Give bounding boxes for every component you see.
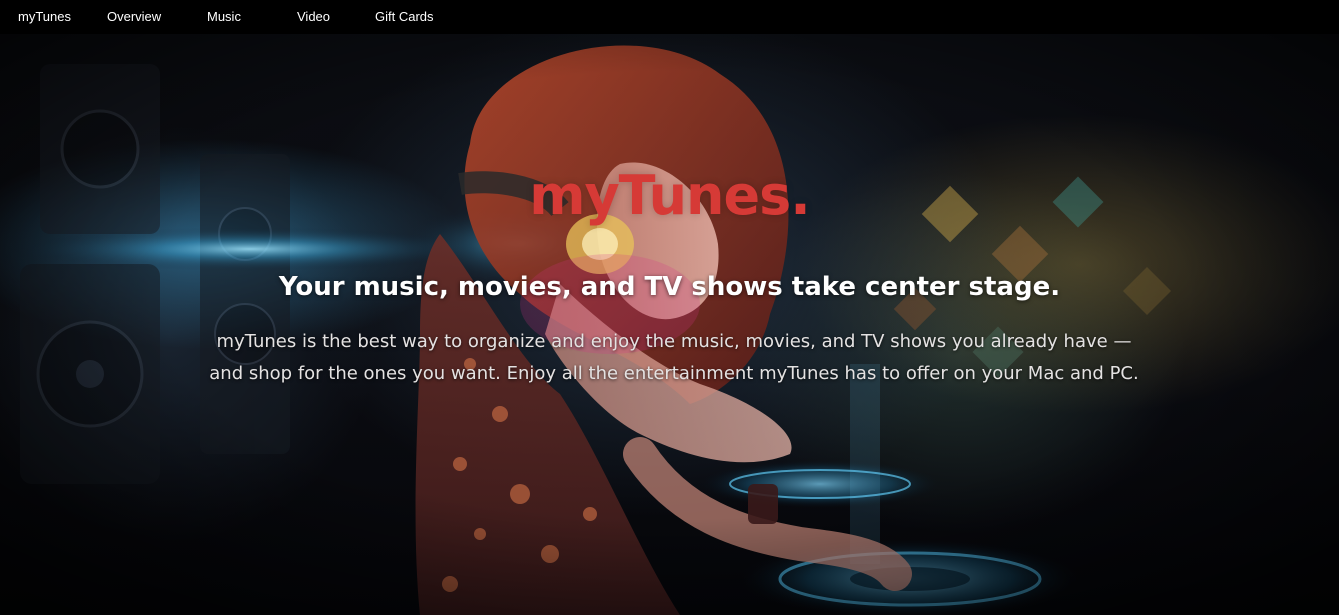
nav-overview-link[interactable]: Overview xyxy=(107,0,161,34)
nav-video-link[interactable]: Video xyxy=(297,0,330,34)
nav-gift-cards-link[interactable]: Gift Cards xyxy=(375,0,434,34)
nav-brand-link[interactable]: myTunes xyxy=(18,0,71,34)
hero-brand-title: myTunes. xyxy=(529,164,811,227)
hero-background-image xyxy=(0,34,1339,615)
hero-banner: myTunes. Your music, movies, and TV show… xyxy=(0,34,1339,615)
top-navbar: myTunes Overview Music Video Gift Cards xyxy=(0,0,1339,34)
hero-headline: Your music, movies, and TV shows take ce… xyxy=(278,272,1061,302)
hero-description: myTunes is the best way to organize and … xyxy=(209,331,1139,384)
nav-music-link[interactable]: Music xyxy=(207,0,241,34)
